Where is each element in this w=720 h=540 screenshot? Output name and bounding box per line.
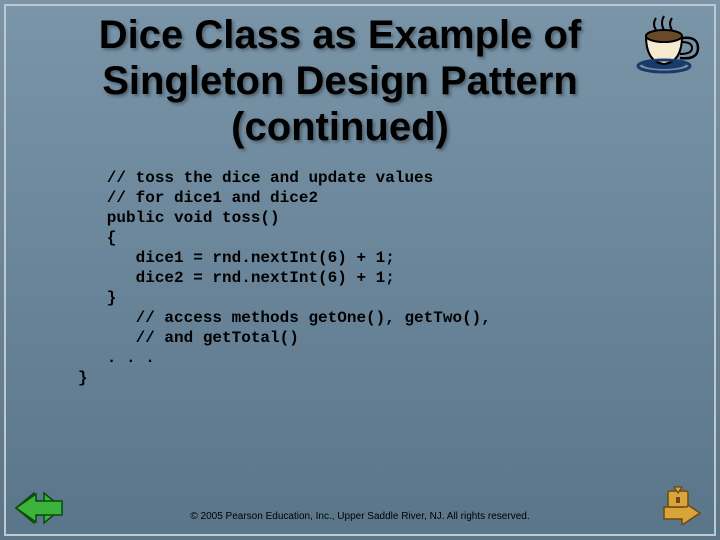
slide-title: Dice Class as Example of Singleton Desig… xyxy=(0,0,720,150)
next-slide-button[interactable] xyxy=(658,485,706,530)
coffee-cup-icon xyxy=(634,8,706,80)
code-example: // toss the dice and update values // fo… xyxy=(0,150,720,388)
copyright-text: © 2005 Pearson Education, Inc., Upper Sa… xyxy=(0,511,720,522)
